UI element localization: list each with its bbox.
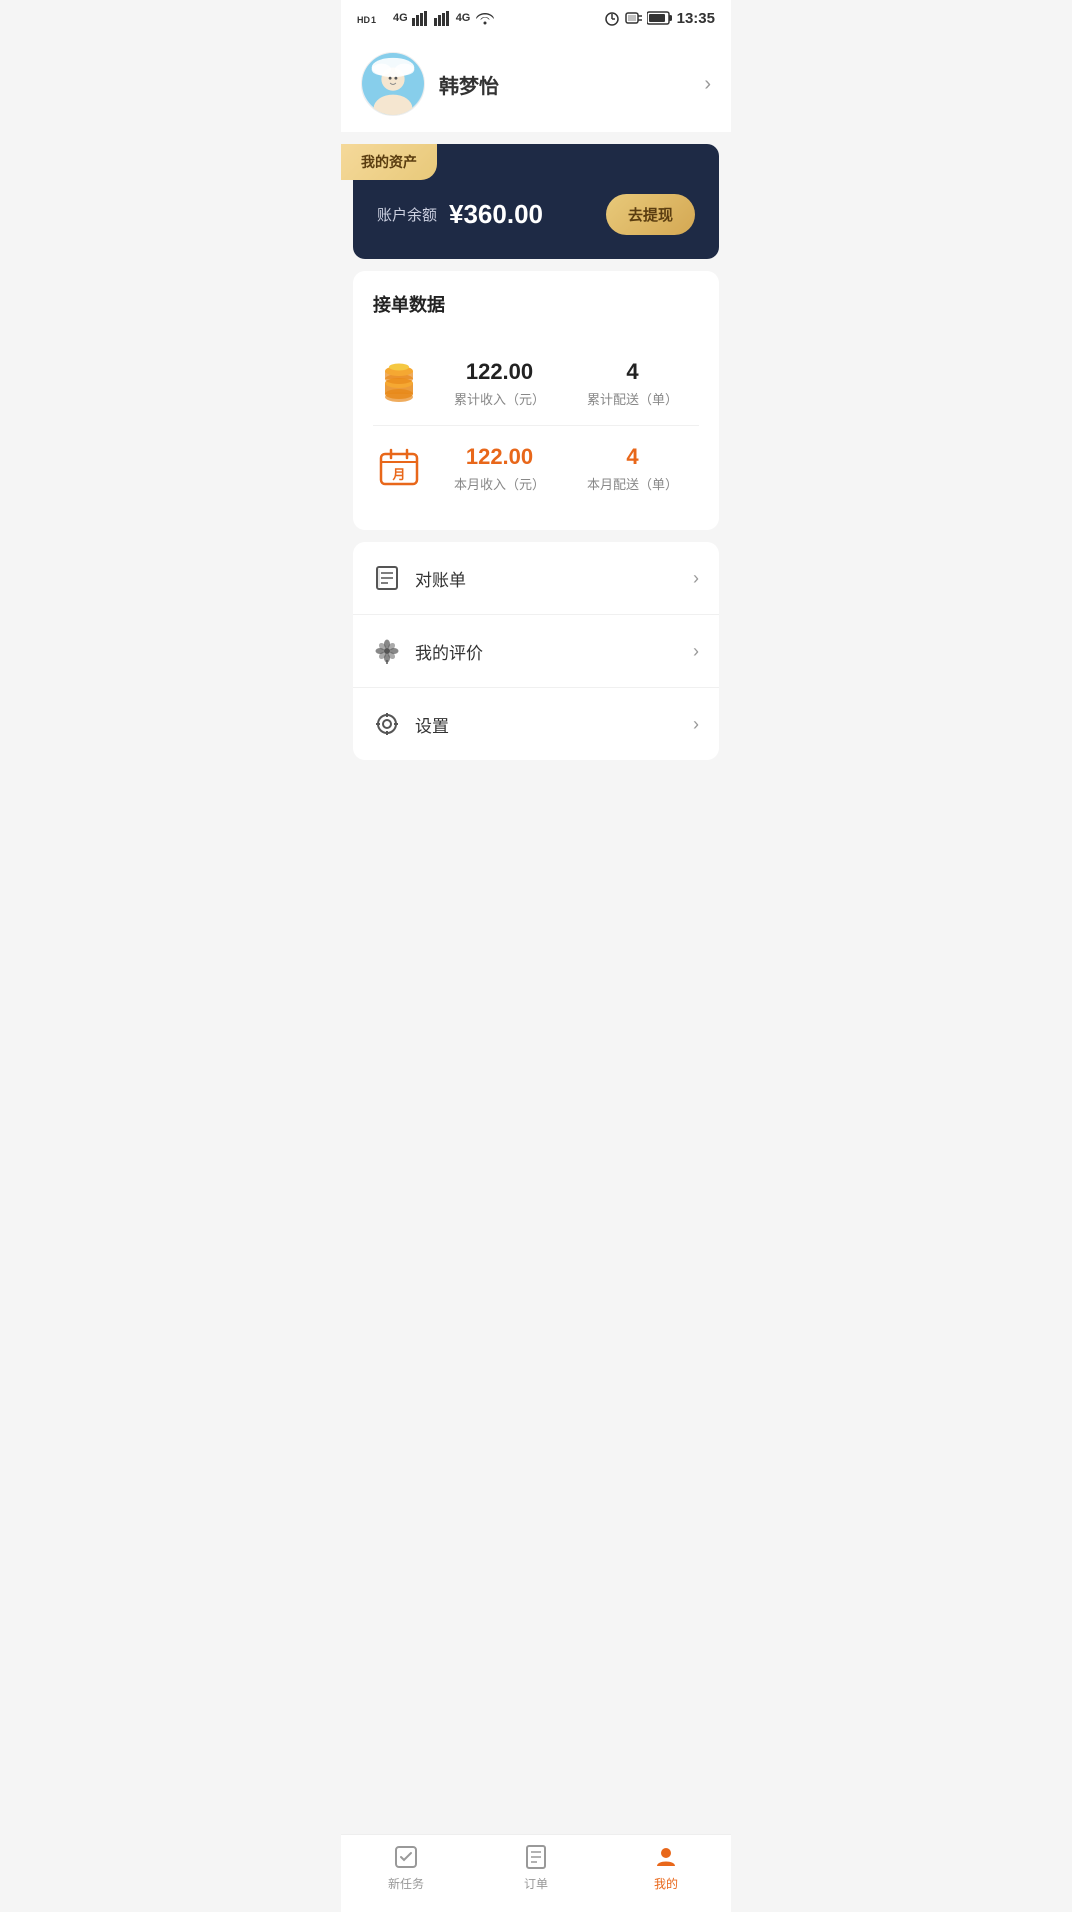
withdraw-button[interactable]: 去提现 bbox=[606, 194, 695, 235]
status-left-icons: HD 1 4G 4G bbox=[357, 10, 496, 26]
balance-label: 账户余额 bbox=[377, 204, 437, 225]
profile-chevron-icon[interactable]: › bbox=[704, 73, 711, 96]
stats-section: 接单数据 122.00 累计收入（元） bbox=[353, 271, 719, 530]
month-delivery-value: 4 bbox=[587, 444, 678, 470]
menu-left-reconciliation: 对账单 bbox=[373, 564, 466, 592]
assets-section: 我的资产 账户余额 ¥360.00 去提现 bbox=[341, 144, 731, 259]
settings-icon bbox=[373, 710, 401, 738]
month-delivery-item: 4 本月配送（单） bbox=[587, 444, 678, 493]
total-stats-row: 122.00 累计收入（元） 4 累计配送（单） bbox=[373, 341, 699, 425]
menu-left-settings: 设置 bbox=[373, 710, 449, 738]
nav-item-orders[interactable]: 订单 bbox=[471, 1843, 601, 1892]
total-delivery-value: 4 bbox=[587, 359, 678, 385]
stats-title: 接单数据 bbox=[373, 291, 699, 317]
bottom-nav: 新任务 订单 我的 bbox=[341, 1834, 731, 1912]
svg-text:1: 1 bbox=[371, 15, 376, 25]
nav-item-new-tasks[interactable]: 新任务 bbox=[341, 1843, 471, 1892]
assets-tab-label: 我的资产 bbox=[341, 144, 437, 180]
nav-label-mine: 我的 bbox=[654, 1875, 678, 1892]
username: 韩梦怡 bbox=[439, 70, 499, 99]
svg-text:HD: HD bbox=[357, 15, 370, 25]
month-income-label: 本月收入（元） bbox=[454, 474, 545, 493]
menu-section: 对账单 › bbox=[353, 542, 719, 760]
receipt-icon bbox=[373, 564, 401, 592]
profile-header[interactable]: 韩梦怡 › bbox=[341, 36, 731, 132]
svg-text:月: 月 bbox=[391, 467, 405, 482]
nav-label-orders: 订单 bbox=[524, 1875, 548, 1892]
avatar bbox=[361, 52, 425, 116]
flower-icon bbox=[373, 637, 401, 665]
profile-left: 韩梦怡 bbox=[361, 52, 499, 116]
status-bar: HD 1 4G 4G bbox=[341, 0, 731, 36]
menu-label-settings: 设置 bbox=[415, 712, 449, 737]
menu-item-evaluation[interactable]: 我的评价 › bbox=[353, 615, 719, 688]
total-income-label: 累计收入（元） bbox=[454, 389, 545, 408]
monthly-stats-data: 122.00 本月收入（元） 4 本月配送（单） bbox=[433, 444, 699, 493]
month-income-item: 122.00 本月收入（元） bbox=[454, 444, 545, 493]
new-tasks-icon bbox=[392, 1843, 420, 1871]
menu-label-reconciliation: 对账单 bbox=[415, 566, 466, 591]
menu-chevron-evaluation: › bbox=[693, 641, 699, 662]
menu-item-reconciliation[interactable]: 对账单 › bbox=[353, 542, 719, 615]
menu-chevron-settings: › bbox=[693, 714, 699, 735]
menu-left-evaluation: 我的评价 bbox=[373, 637, 483, 665]
month-income-value: 122.00 bbox=[454, 444, 545, 470]
monthly-stats-row: 月 122.00 本月收入（元） 4 本月配送（单） bbox=[373, 425, 699, 510]
coins-icon bbox=[373, 357, 425, 409]
total-delivery-item: 4 累计配送（单） bbox=[587, 359, 678, 408]
orders-icon bbox=[522, 1843, 550, 1871]
menu-chevron-reconciliation: › bbox=[693, 568, 699, 589]
total-stats-data: 122.00 累计收入（元） 4 累计配送（单） bbox=[433, 359, 699, 408]
menu-item-settings[interactable]: 设置 › bbox=[353, 688, 719, 760]
nav-label-new-tasks: 新任务 bbox=[388, 1875, 424, 1892]
nav-item-mine[interactable]: 我的 bbox=[601, 1843, 731, 1892]
total-income-item: 122.00 累计收入（元） bbox=[454, 359, 545, 408]
status-right-icons: 13:35 bbox=[603, 10, 715, 27]
menu-label-evaluation: 我的评价 bbox=[415, 639, 483, 664]
month-delivery-label: 本月配送（单） bbox=[587, 474, 678, 493]
mine-icon bbox=[652, 1843, 680, 1871]
balance-amount: ¥360.00 bbox=[449, 199, 543, 230]
balance-area: 账户余额 ¥360.00 bbox=[377, 199, 543, 230]
time-display: 13:35 bbox=[677, 10, 715, 27]
calendar-icon: 月 bbox=[373, 442, 425, 494]
total-income-value: 122.00 bbox=[454, 359, 545, 385]
total-delivery-label: 累计配送（单） bbox=[587, 389, 678, 408]
